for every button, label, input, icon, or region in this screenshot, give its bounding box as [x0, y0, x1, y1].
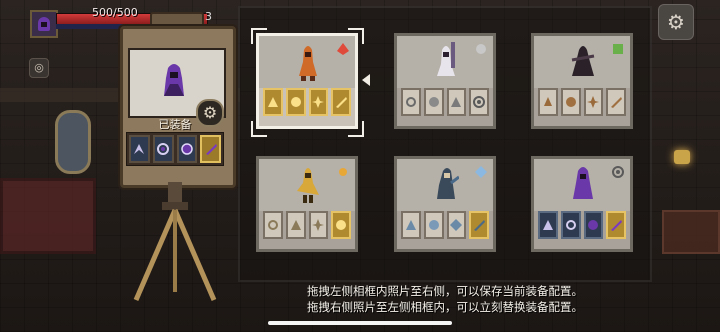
wall-decoration — [662, 210, 720, 254]
shadow-swirl-icon — [565, 220, 576, 230]
void-orb-icon — [181, 143, 193, 155]
slot[interactable] — [606, 211, 626, 239]
slot[interactable] — [308, 88, 329, 116]
green-cube-icon — [613, 44, 623, 54]
loadout-card-6[interactable] — [531, 156, 633, 252]
slot[interactable] — [331, 211, 351, 239]
frost-fighter-icon — [437, 168, 459, 199]
sand-ring-icon — [267, 220, 278, 230]
equipped-character-icon — [164, 64, 184, 96]
slot[interactable] — [560, 88, 581, 116]
slot[interactable] — [331, 88, 351, 116]
slot[interactable] — [423, 211, 444, 239]
sand-claw-icon — [290, 220, 301, 230]
red-gem-icon — [337, 43, 349, 55]
purple-blade-icon — [611, 220, 623, 231]
sand-spark-icon — [312, 219, 325, 231]
hp-text: 500/500 — [92, 6, 138, 19]
instruction-text: 拖拽左侧相框内照片至右侧，可以保存当前装备配置。 拖拽右侧照片至左侧相框内，可以… — [270, 283, 620, 315]
silver-claw-icon — [451, 97, 462, 107]
bronze-star-icon — [587, 96, 600, 108]
equipped-slots — [126, 132, 224, 166]
gold-blade-icon — [336, 97, 348, 108]
purple-hooded-mage-icon — [573, 167, 593, 199]
shadow-brawler-icon — [571, 46, 595, 76]
selection-corner — [348, 121, 364, 137]
silver-orb-icon — [428, 97, 439, 107]
slot[interactable] — [538, 88, 558, 116]
pale-reaper-icon — [437, 42, 455, 76]
slot[interactable] — [469, 88, 489, 116]
hood-icon — [38, 17, 50, 31]
ice-shard-icon — [450, 219, 463, 231]
gear-icon: ⚙ — [667, 10, 685, 34]
equipped-slot-1[interactable] — [129, 135, 150, 163]
ice-claw-icon — [405, 220, 416, 230]
loadout-card-2[interactable] — [394, 33, 496, 129]
bronze-fist-icon — [565, 97, 576, 107]
slot[interactable] — [446, 211, 467, 239]
slot[interactable] — [446, 88, 467, 116]
floor-rug — [0, 178, 96, 254]
slot[interactable] — [401, 88, 421, 116]
player-avatar[interactable] — [30, 10, 58, 38]
gear-icon — [612, 166, 624, 178]
gold-gear-icon — [336, 220, 347, 230]
grid-icon: ◎ — [34, 61, 44, 74]
ice-orb-icon — [428, 220, 439, 230]
loadout-card-4[interactable] — [256, 156, 358, 252]
gold-fist-icon — [290, 97, 301, 107]
standing-mirror — [55, 110, 91, 174]
slot[interactable] — [401, 211, 421, 239]
slot[interactable] — [308, 211, 329, 239]
grey-skull-icon — [476, 44, 486, 54]
ice-blade-icon — [474, 220, 486, 231]
slot[interactable] — [285, 88, 306, 116]
camera-tripod — [133, 182, 217, 301]
coin-count: 3 — [205, 10, 212, 23]
slot[interactable] — [263, 211, 283, 239]
gold-claw-icon — [267, 97, 278, 107]
slot[interactable] — [583, 211, 604, 239]
gold-burst-icon — [312, 96, 325, 108]
slot[interactable] — [538, 211, 558, 239]
sun-icon — [339, 168, 347, 176]
equipped-slot-2[interactable] — [152, 135, 174, 163]
ice-crystal-icon — [475, 166, 487, 178]
bronze-blade-icon — [611, 97, 623, 108]
slot[interactable] — [263, 88, 283, 116]
slot[interactable] — [606, 88, 626, 116]
dark-claw-icon — [134, 144, 145, 154]
instruction-line-2: 拖拽右侧照片至左侧相框内，可以立刻替换装备配置。 — [307, 300, 583, 314]
bronze-shard-icon — [543, 97, 552, 106]
dark-claw-icon — [542, 220, 553, 230]
loadout-card-1[interactable] — [256, 33, 358, 129]
fire-rogue-icon — [299, 46, 317, 81]
slot[interactable] — [560, 211, 581, 239]
purple-blade-icon — [205, 144, 217, 155]
equipped-label: 已装备 — [158, 118, 192, 131]
settings-button[interactable]: ⚙ — [658, 4, 694, 40]
selection-corner — [251, 28, 267, 44]
slot[interactable] — [583, 88, 604, 116]
slot[interactable] — [285, 211, 306, 239]
lamp-icon — [674, 150, 690, 164]
home-indicator[interactable] — [268, 321, 452, 325]
equipped-slot-3[interactable] — [176, 135, 198, 163]
instruction-line-1: 拖拽左侧相框内照片至右侧，可以保存当前装备配置。 — [307, 284, 583, 298]
slot[interactable] — [423, 88, 444, 116]
loadout-card-5[interactable] — [394, 156, 496, 252]
arrow-left-icon[interactable] — [362, 74, 370, 86]
silver-spiral-icon — [473, 96, 486, 108]
silver-ring-icon — [405, 97, 416, 107]
selection-corner — [251, 121, 267, 137]
slot[interactable] — [469, 211, 489, 239]
loadout-card-3[interactable] — [531, 33, 633, 129]
equipped-slot-4[interactable] — [200, 135, 221, 163]
shadow-swirl-icon — [157, 143, 170, 155]
golden-caped-hero-icon — [297, 168, 319, 203]
void-orb-icon — [588, 220, 599, 230]
selection-corner — [348, 28, 364, 44]
menu-button[interactable]: ◎ — [29, 58, 49, 78]
